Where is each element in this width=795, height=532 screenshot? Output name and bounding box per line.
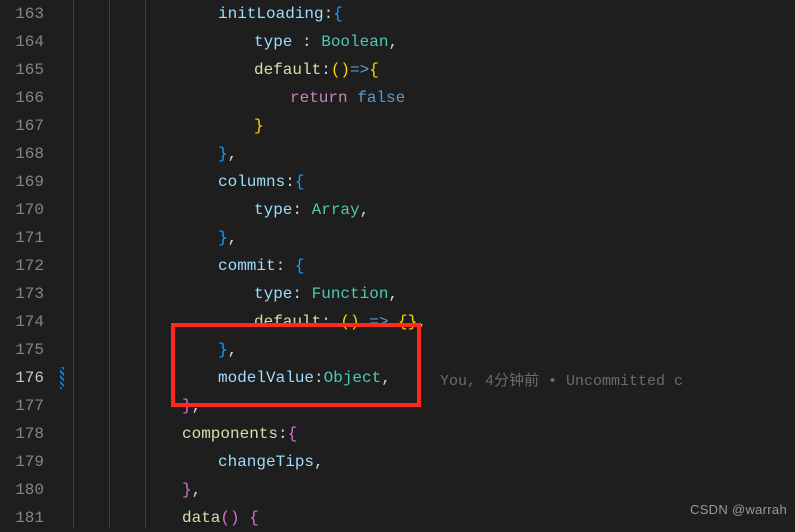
line-number: 180 bbox=[0, 476, 44, 504]
line-number-gutter: 1631641651661671681691701711721731741751… bbox=[0, 0, 62, 528]
code-line[interactable]: initLoading:{ bbox=[62, 0, 795, 28]
code-line[interactable]: default: () => {}, bbox=[62, 308, 795, 336]
git-blame-codelens: You, 4分钟前 • Uncommitted c bbox=[440, 368, 683, 396]
code-line[interactable]: }, bbox=[62, 140, 795, 168]
code-line[interactable]: default:()=>{ bbox=[62, 56, 795, 84]
code-line[interactable]: }, bbox=[62, 476, 795, 504]
code-line[interactable]: type: Array, bbox=[62, 196, 795, 224]
code-line[interactable]: components:{ bbox=[62, 420, 795, 448]
line-number: 176 bbox=[0, 364, 44, 392]
code-area[interactable]: initLoading:{type : Boolean,default:()=>… bbox=[62, 0, 795, 528]
line-number: 169 bbox=[0, 168, 44, 196]
code-line[interactable]: modelValue:Object, bbox=[62, 364, 795, 392]
code-line[interactable]: } bbox=[62, 112, 795, 140]
code-line[interactable]: commit: { bbox=[62, 252, 795, 280]
line-number: 178 bbox=[0, 420, 44, 448]
line-number: 175 bbox=[0, 336, 44, 364]
line-number: 165 bbox=[0, 56, 44, 84]
line-number: 177 bbox=[0, 392, 44, 420]
code-line[interactable]: type : Boolean, bbox=[62, 28, 795, 56]
line-number: 163 bbox=[0, 0, 44, 28]
line-number: 174 bbox=[0, 308, 44, 336]
code-line[interactable]: type: Function, bbox=[62, 280, 795, 308]
code-line[interactable]: }, bbox=[62, 392, 795, 420]
code-line[interactable]: }, bbox=[62, 224, 795, 252]
code-editor[interactable]: 1631641651661671681691701711721731741751… bbox=[0, 0, 795, 528]
code-line[interactable]: return false bbox=[62, 84, 795, 112]
line-number: 166 bbox=[0, 84, 44, 112]
modified-indicator bbox=[60, 367, 64, 389]
line-number: 172 bbox=[0, 252, 44, 280]
code-line[interactable]: }, bbox=[62, 336, 795, 364]
code-line[interactable]: changeTips, bbox=[62, 448, 795, 476]
line-number: 179 bbox=[0, 448, 44, 476]
line-number: 168 bbox=[0, 140, 44, 168]
line-number: 164 bbox=[0, 28, 44, 56]
code-line[interactable]: columns:{ bbox=[62, 168, 795, 196]
line-number: 170 bbox=[0, 196, 44, 224]
line-number: 173 bbox=[0, 280, 44, 308]
line-number: 167 bbox=[0, 112, 44, 140]
watermark: CSDN @warrah bbox=[690, 496, 787, 524]
codelens-text: You, 4分钟前 • Uncommitted c bbox=[440, 373, 683, 390]
line-number: 171 bbox=[0, 224, 44, 252]
